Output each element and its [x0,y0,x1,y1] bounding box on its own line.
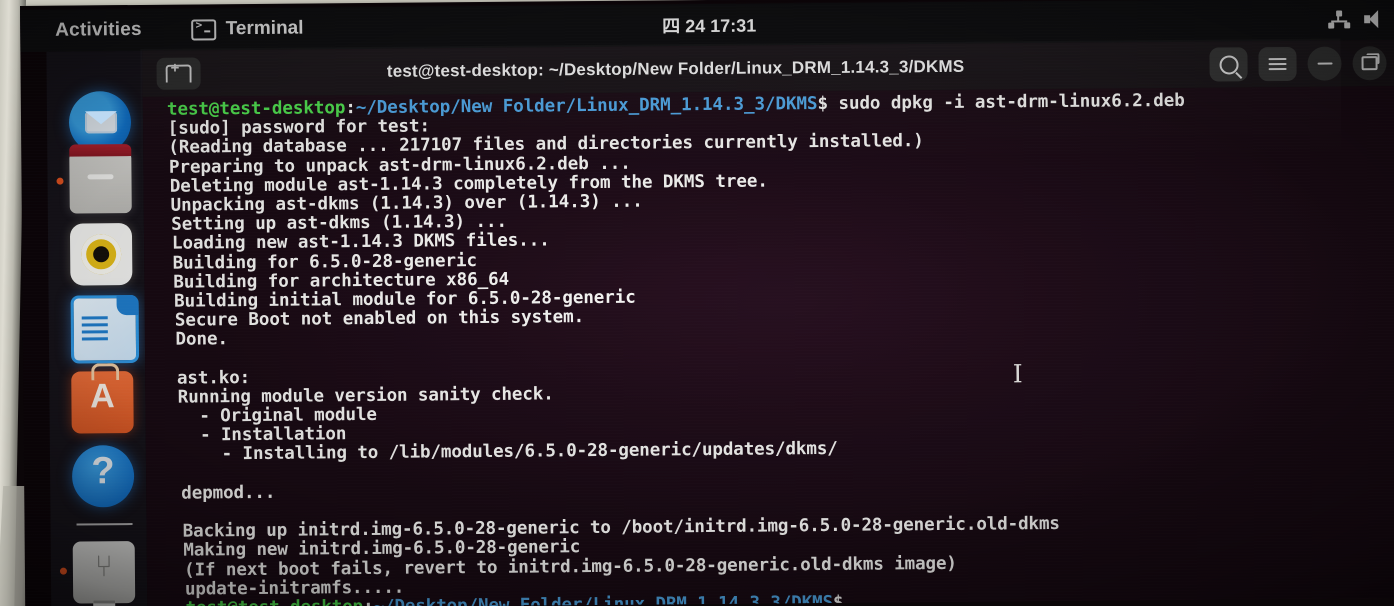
app-menu-terminal[interactable]: Terminal [191,17,304,41]
terminal-output[interactable]: test@test-desktop:~/Desktop/New Folder/L… [143,86,1394,606]
terminal-segment: - Installation [179,424,347,446]
window-title: test@test-desktop: ~/Desktop/New Folder/… [386,56,965,81]
terminal-icon [191,18,217,41]
terminal-segment: Done. [175,329,229,350]
window-controls [1209,46,1387,82]
terminal-segment: test@test-desktop [166,98,346,120]
monitor-photo: Activities Terminal 四 24 17:31 [0,0,1394,606]
terminal-segment: $ [832,592,844,606]
dock-item-usb-drive[interactable] [72,541,136,604]
hamburger-menu-icon [1268,56,1287,73]
terminal-segment: test@test-desktop [185,597,363,606]
search-icon [1218,54,1239,75]
terminal-segment: : [363,597,374,606]
running-indicator-usb [59,567,67,575]
terminal-segment: Secure Boot not enabled on this system. [174,307,585,331]
menu-button[interactable] [1258,46,1297,82]
clock[interactable]: 四 24 17:31 [662,12,756,39]
network-icon [1328,10,1351,29]
minimize-icon [1317,62,1333,65]
restore-icon [1361,56,1378,71]
terminal-segment: Loading new ast-1.14.3 DKMS files... [171,230,550,254]
app-menu-label: Terminal [225,17,304,40]
terminal-segment: - Original module [178,404,377,427]
dock-item-files[interactable] [69,151,132,214]
search-button[interactable] [1209,47,1248,82]
running-indicator-files [56,177,64,185]
restore-button[interactable] [1352,46,1387,81]
text-ibeam-cursor: I [1012,359,1023,389]
ubuntu-dock [46,50,148,606]
volume-icon [1364,10,1384,29]
dock-item-impress[interactable] [70,294,140,364]
terminal-window: test@test-desktop: ~/Desktop/New Folder/… [142,39,1394,606]
dock-item-software[interactable] [71,371,134,434]
terminal-segment: Running module version sanity check. [177,384,554,408]
terminal-segment: ast.ko: [176,367,251,389]
terminal-segment: : [345,98,356,119]
terminal-segment: ~/Desktop/New Folder/Linux_DRM_1.14.3_3/… [355,94,818,119]
terminal-segment: depmod... [181,482,276,504]
dock-item-help[interactable] [71,445,135,508]
activities-button[interactable]: Activities [55,19,142,42]
terminal-segment: $ sudo dpkg -i ast-drm-linux6.2.deb [817,90,1185,115]
dock-separator [76,523,133,526]
dock-item-rhythmbox[interactable] [69,223,133,286]
minimize-button[interactable] [1307,46,1342,81]
screen-surface: Activities Terminal 四 24 17:31 [20,0,1394,606]
system-status-area[interactable] [1328,10,1384,29]
